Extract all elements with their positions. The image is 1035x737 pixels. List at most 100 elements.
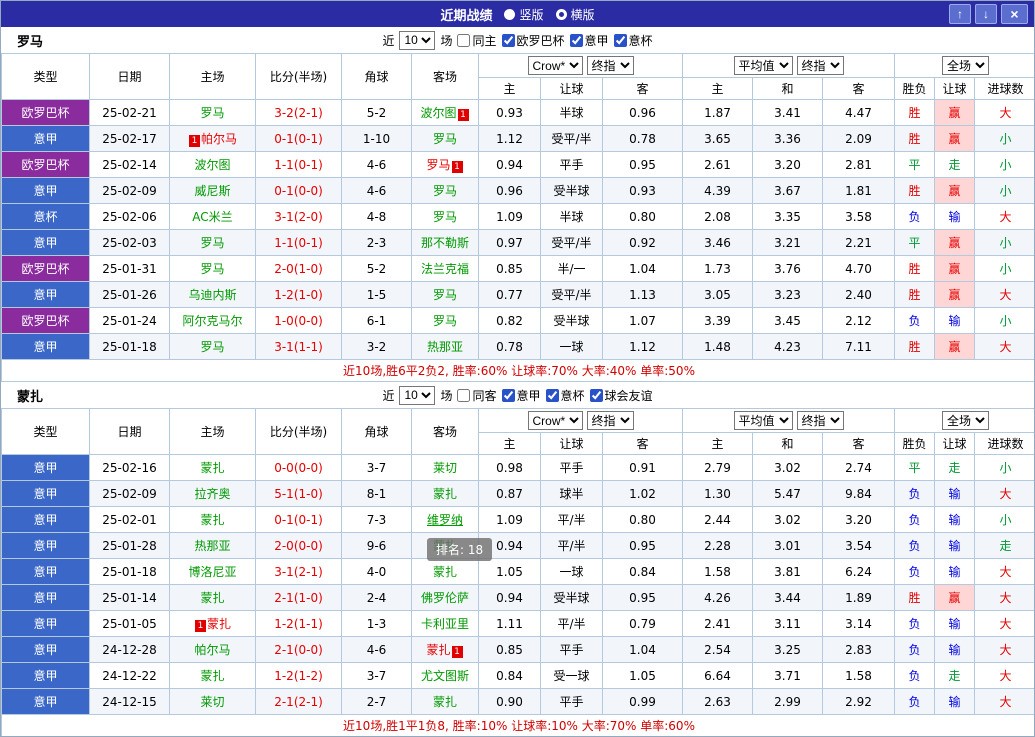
- full-match-select[interactable]: 全场: [942, 411, 990, 430]
- home-team-name[interactable]: 蒙扎: [200, 591, 224, 605]
- home-team-name[interactable]: 蒙扎: [200, 513, 224, 527]
- away-team-name[interactable]: 罗马: [433, 132, 457, 146]
- home-team-name[interactable]: 帕尔马: [201, 132, 237, 146]
- avg-final-odds-select[interactable]: 终指: [796, 56, 844, 75]
- column-header: 主场: [169, 408, 256, 455]
- away-team-cell: 那不勒斯: [411, 229, 479, 256]
- checkbox[interactable]: [457, 388, 471, 402]
- final-odds-select[interactable]: 终指: [586, 56, 634, 75]
- filter-checkbox[interactable]: 意杯: [613, 32, 653, 49]
- close-button[interactable]: ×: [1001, 4, 1028, 24]
- recent-count-select[interactable]: 10: [399, 30, 436, 50]
- home-team-name[interactable]: 莱切: [200, 695, 224, 709]
- home-team-name[interactable]: 阿尔克马尔: [182, 314, 242, 328]
- away-team-cell: 热那亚: [411, 333, 479, 360]
- away-team-cell: 蒙扎 1: [411, 636, 479, 663]
- result-cell: 大: [974, 688, 1034, 715]
- average-odds-select[interactable]: 平均值: [733, 56, 793, 75]
- odds-provider-select[interactable]: Crow*: [527, 56, 583, 75]
- away-team-name[interactable]: 佛罗伦萨: [421, 591, 469, 605]
- home-team-name[interactable]: 博洛尼亚: [188, 565, 236, 579]
- checkbox[interactable]: [569, 33, 583, 47]
- odds-cell: 1.12: [602, 333, 683, 360]
- odds-cell: 3.71: [752, 662, 823, 689]
- away-team-name[interactable]: 蒙扎: [433, 487, 457, 501]
- column-subheader: 让球: [934, 77, 976, 100]
- titlebar: 近期战绩 竖版 横版 ↑ ↓ ×: [1, 1, 1034, 27]
- table-row: 意甲 25-02-03 罗马 1-1(0-1) 2-3 那不勒斯 0.97 受平/半 0.92 3…: [1, 229, 1034, 256]
- filter-checkbox[interactable]: 欧罗巴杯: [501, 32, 565, 49]
- column-header: 客场: [411, 53, 479, 100]
- home-team-name[interactable]: 波尔图: [194, 158, 230, 172]
- home-team-name[interactable]: 乌迪内斯: [188, 288, 236, 302]
- away-team-name[interactable]: 波尔图: [420, 106, 456, 120]
- red-card-badge: 1: [188, 135, 200, 147]
- column-group-header: 平均值 终指: [681, 408, 896, 433]
- home-team-name[interactable]: 罗马: [200, 106, 224, 120]
- result-cell: 大: [974, 636, 1034, 663]
- away-team-name[interactable]: 卡利亚里: [421, 617, 469, 631]
- filter-checkbox[interactable]: 意杯: [545, 387, 585, 404]
- home-team-name[interactable]: 蒙扎: [200, 669, 224, 683]
- away-team-name[interactable]: 法兰克福: [421, 262, 469, 276]
- avg-final-odds-select[interactable]: 终指: [796, 411, 844, 430]
- away-team-name[interactable]: 罗马: [433, 314, 457, 328]
- odds-cell: 平/半: [540, 610, 603, 637]
- away-team-name[interactable]: 维罗纳: [427, 513, 463, 527]
- away-team-name[interactable]: 蒙扎: [433, 695, 457, 709]
- layout-option-horizontal[interactable]: 横版: [555, 6, 595, 23]
- layout-option-vertical[interactable]: 竖版: [504, 6, 544, 23]
- result-cell: 负: [894, 307, 936, 334]
- home-team-name[interactable]: 罗马: [200, 236, 224, 250]
- odds-cell: 3.20: [821, 506, 896, 533]
- odds-provider-select[interactable]: Crow*: [527, 411, 583, 430]
- odds-cell: 2.61: [682, 151, 753, 178]
- filter-checkbox[interactable]: 同客: [457, 387, 497, 404]
- away-team-name[interactable]: 罗马: [433, 210, 457, 224]
- checkbox[interactable]: [589, 388, 603, 402]
- full-match-select[interactable]: 全场: [942, 56, 990, 75]
- odds-cell: 4.23: [752, 333, 823, 360]
- filter-checkbox[interactable]: 意甲: [569, 32, 609, 49]
- away-team-name[interactable]: 罗马: [426, 158, 450, 172]
- home-team-name[interactable]: 罗马: [200, 340, 224, 354]
- filter-checkbox[interactable]: 意甲: [501, 387, 541, 404]
- away-team-name[interactable]: 尤文图斯: [421, 669, 469, 683]
- odds-cell: 0.85: [478, 255, 541, 282]
- odds-cell: 1.58: [682, 558, 753, 585]
- checkbox[interactable]: [457, 33, 471, 47]
- home-team-name[interactable]: 蒙扎: [207, 617, 231, 631]
- score-cell: 2-1(1-0): [255, 584, 342, 611]
- away-team-cell: 维罗纳: [411, 506, 479, 533]
- away-team-name[interactable]: 蒙扎: [433, 565, 457, 579]
- filter-checkbox[interactable]: 球会友谊: [589, 387, 653, 404]
- home-team-name[interactable]: 帕尔马: [194, 643, 230, 657]
- corner-cell: 8-1: [341, 480, 412, 507]
- recent-count-select[interactable]: 10: [399, 385, 436, 405]
- away-team-name[interactable]: 罗马: [433, 184, 457, 198]
- filter-checkbox[interactable]: 同主: [457, 32, 497, 49]
- away-team-name[interactable]: 蒙扎: [433, 539, 457, 553]
- home-team-name[interactable]: 罗马: [200, 262, 224, 276]
- checkbox[interactable]: [501, 388, 515, 402]
- home-team-name[interactable]: 威尼斯: [194, 184, 230, 198]
- move-down-button[interactable]: ↓: [975, 4, 997, 24]
- recent-results-window: 近期战绩 竖版 横版 ↑ ↓ × 罗马 近 10 场同主 欧罗巴杯 意甲 意杯 …: [0, 0, 1035, 737]
- checkbox[interactable]: [545, 388, 559, 402]
- average-odds-select[interactable]: 平均值: [733, 411, 793, 430]
- away-team-name[interactable]: 热那亚: [427, 340, 463, 354]
- final-odds-select[interactable]: 终指: [586, 411, 634, 430]
- away-team-cell: 蒙扎: [411, 532, 479, 559]
- home-team-name[interactable]: 热那亚: [194, 539, 230, 553]
- home-team-name[interactable]: 拉齐奥: [194, 487, 230, 501]
- checkbox[interactable]: [501, 33, 515, 47]
- away-team-name[interactable]: 莱切: [433, 461, 457, 475]
- home-team-name[interactable]: 蒙扎: [200, 461, 224, 475]
- checkbox[interactable]: [613, 33, 627, 47]
- move-up-button[interactable]: ↑: [949, 4, 971, 24]
- home-team-name[interactable]: AC米兰: [192, 210, 232, 224]
- odds-cell: 2.63: [682, 688, 753, 715]
- away-team-name[interactable]: 那不勒斯: [421, 236, 469, 250]
- away-team-name[interactable]: 罗马: [433, 288, 457, 302]
- away-team-name[interactable]: 蒙扎: [426, 643, 450, 657]
